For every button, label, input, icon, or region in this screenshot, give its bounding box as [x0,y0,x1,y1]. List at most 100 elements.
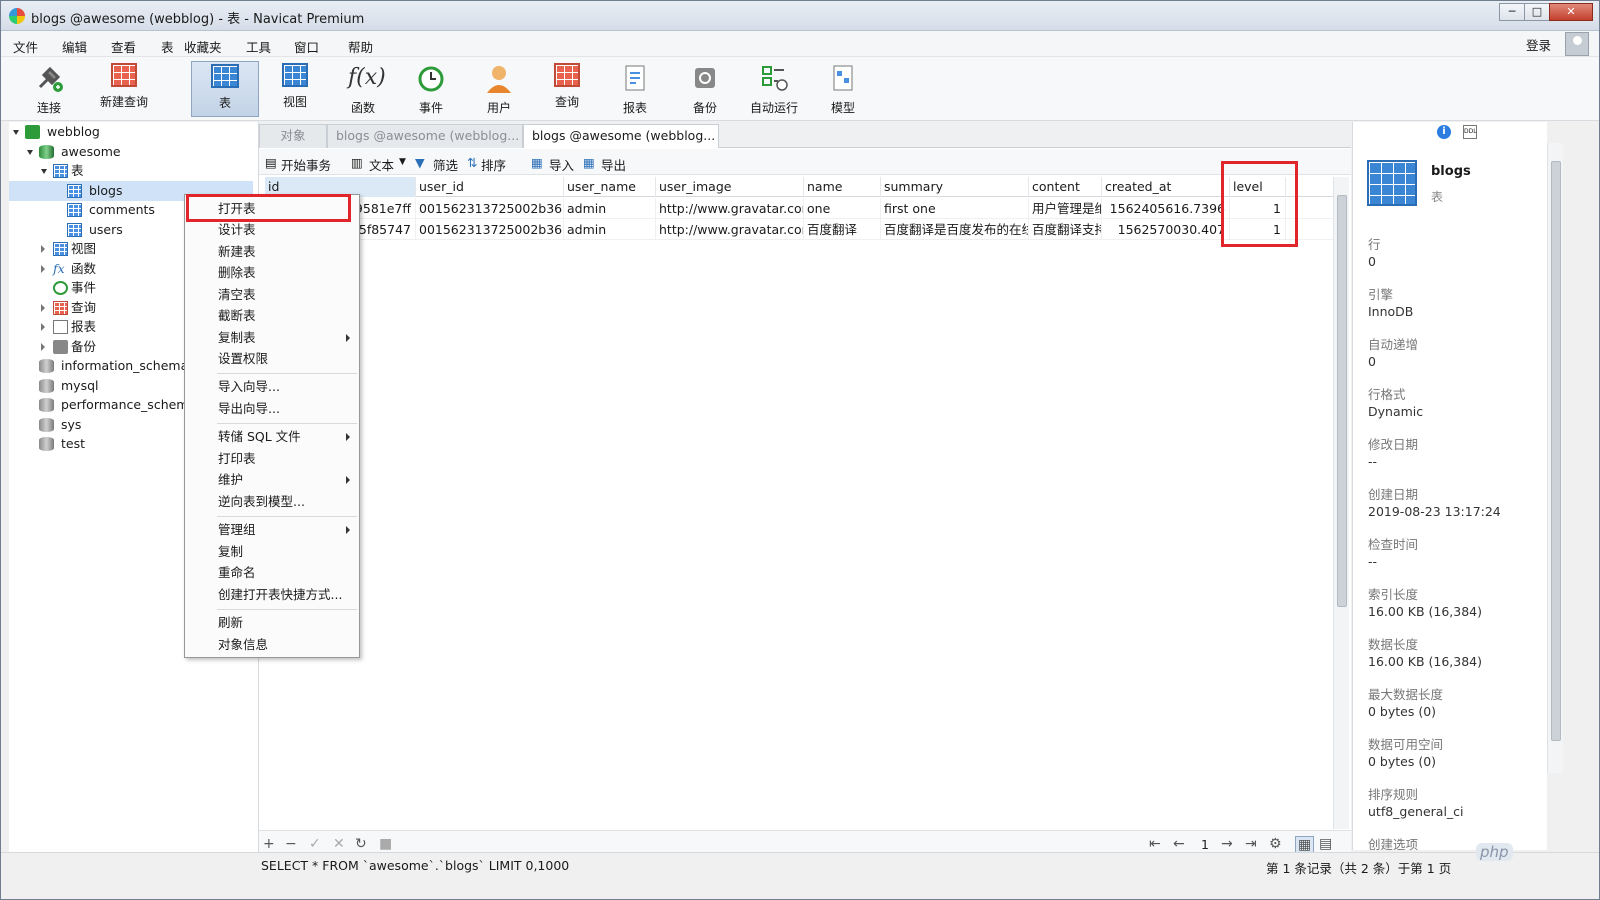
scroll-thumb[interactable] [1337,195,1347,607]
menu-item-reverse-to-model[interactable]: 逆向表到模型... [186,491,358,512]
function-button[interactable]: f(x) 函数 [343,61,386,117]
tree-db-awesome[interactable]: awesome [27,142,253,162]
menu-item-new-table[interactable]: 新建表 [186,241,358,262]
tree-group-tables[interactable]: 表 [41,161,253,181]
backup-button[interactable]: 备份 [685,61,725,117]
menu-item-empty-table[interactable]: 清空表 [186,284,358,305]
cell-user-image[interactable]: http://www.gravatar.com/ [656,219,804,240]
cell-content[interactable]: 百度翻译支持 [1029,219,1102,240]
cell-user-image[interactable]: http://www.gravatar.com/ [656,198,804,219]
maximize-button[interactable]: □ [1524,3,1550,21]
menu-help[interactable]: 帮助 [348,37,373,56]
menu-item-import-wizard[interactable]: 导入向导... [186,376,358,397]
cell-content[interactable]: 用户管理是绝 [1029,198,1102,219]
import-button[interactable]: 导入 [549,155,574,174]
cell-summary[interactable]: 百度翻译是百度发布的在线翻 [881,219,1029,240]
new-query-button[interactable]: 新建查询 [97,61,151,117]
cell-created-at[interactable]: 1562405616.7396 [1102,198,1230,219]
tab-blogs-2[interactable]: blogs @awesome (webblog... [523,124,719,148]
event-button[interactable]: 事件 [411,61,451,117]
cell-created-at[interactable]: 1562570030.407 [1102,219,1230,240]
cell-user-name[interactable]: admin [564,219,656,240]
delete-record-icon[interactable]: − [285,836,297,852]
tree-connection-webblog[interactable]: webblog [13,122,253,142]
minimize-button[interactable]: ─ [1499,3,1525,21]
discard-icon[interactable]: ✕ [333,836,345,852]
refresh-icon[interactable]: ↻ [355,836,367,852]
menu-tools[interactable]: 工具 [246,37,271,56]
settings-gear-icon[interactable]: ⚙ [1269,836,1282,852]
record-status: 第 1 条记录（共 2 条）于第 1 页 [1266,861,1452,876]
menu-item-rename[interactable]: 重命名 [186,562,358,583]
menu-favorites[interactable]: 收藏夹 [184,37,222,56]
menu-view[interactable]: 查看 [111,37,136,56]
view-button[interactable]: 视图 [275,61,315,117]
menu-item-export-wizard[interactable]: 导出向导... [186,398,358,419]
menu-file[interactable]: 文件 [13,37,38,56]
column-header-content[interactable]: content [1029,177,1102,197]
menu-item-set-permissions[interactable]: 设置权限 [186,348,358,369]
tab-blogs-1[interactable]: blogs @awesome (webblog... [327,124,523,148]
form-view-icon[interactable]: ▤ [1319,836,1332,852]
column-header-user-id[interactable]: user_id [416,177,564,197]
sort-button[interactable]: 排序 [481,155,506,174]
table-button[interactable]: 表 [191,61,259,117]
table-row[interactable]: 39581e7ff 001562313725002b3610c admin ht… [265,198,1335,219]
menu-item-object-info[interactable]: 对象信息 [186,634,358,655]
column-header-summary[interactable]: summary [881,177,1029,197]
menu-edit[interactable]: 编辑 [62,37,87,56]
cell-summary[interactable]: first one [881,198,1029,219]
add-record-icon[interactable]: + [263,836,275,852]
cell-user-id[interactable]: 001562313725002b3610c [416,219,564,240]
close-button[interactable]: ✕ [1549,3,1593,21]
scroll-thumb[interactable] [1551,161,1561,741]
grid-vertical-scrollbar[interactable] [1333,177,1349,829]
column-header-name[interactable]: name [804,177,881,197]
first-page-icon[interactable]: ⇤ [1149,836,1161,852]
table-row[interactable]: 075f85747 001562313725002b3610c admin ht… [265,219,1335,240]
prev-page-icon[interactable]: ← [1173,836,1185,852]
menu-item-maintain[interactable]: 维护 [186,469,358,490]
last-page-icon[interactable]: ⇥ [1245,836,1257,852]
next-page-icon[interactable]: → [1221,836,1233,852]
menu-item-delete-table[interactable]: 删除表 [186,262,358,283]
menu-item-copy[interactable]: 复制 [186,541,358,562]
user-avatar-icon[interactable] [1565,32,1589,56]
login-link[interactable]: 登录 [1526,35,1551,54]
menu-item-print-table[interactable]: 打印表 [186,448,358,469]
menu-item-dump-sql[interactable]: 转储 SQL 文件 [186,426,358,447]
user-button[interactable]: 用户 [479,61,519,117]
menu-window[interactable]: 窗口 [294,37,319,56]
connect-button[interactable]: 连接 [25,61,73,117]
begin-transaction-button[interactable]: 开始事务 [281,155,331,174]
text-dropdown-icon[interactable]: ▼ [399,157,406,167]
export-button[interactable]: 导出 [601,155,626,174]
column-header-created-at[interactable]: created_at [1102,177,1230,197]
filter-button[interactable]: 筛选 [433,155,458,174]
report-button[interactable]: 报表 [615,61,655,117]
model-button[interactable]: 模型 [823,61,863,117]
menu-item-design-table[interactable]: 设计表 [186,219,358,240]
menu-item-manage-group[interactable]: 管理组 [186,519,358,540]
cell-user-id[interactable]: 001562313725002b3610c [416,198,564,219]
menu-item-refresh[interactable]: 刷新 [186,612,358,633]
menu-item-create-shortcut[interactable]: 创建打开表快捷方式... [186,584,358,605]
text-button[interactable]: 文本 [369,155,394,174]
cell-user-name[interactable]: admin [564,198,656,219]
menu-table[interactable]: 表 [161,37,174,56]
page-number[interactable]: 1 [1201,837,1209,852]
info-icon[interactable]: i [1437,125,1451,139]
stop-icon[interactable]: ■ [379,836,392,852]
column-header-user-name[interactable]: user_name [564,177,656,197]
menu-item-truncate-table[interactable]: 截断表 [186,305,358,326]
automation-button[interactable]: 自动运行 [749,61,799,117]
query-button[interactable]: 查询 [547,61,587,117]
tab-objects[interactable]: 对象 [259,124,327,148]
apply-icon[interactable]: ✓ [309,836,321,852]
cell-name[interactable]: 百度翻译 [804,219,881,240]
column-header-user-image[interactable]: user_image [656,177,804,197]
ddl-icon[interactable]: DDL [1463,125,1477,139]
menu-item-copy-table[interactable]: 复制表 [186,327,358,348]
cell-name[interactable]: one [804,198,881,219]
info-vertical-scrollbar[interactable] [1547,143,1563,773]
